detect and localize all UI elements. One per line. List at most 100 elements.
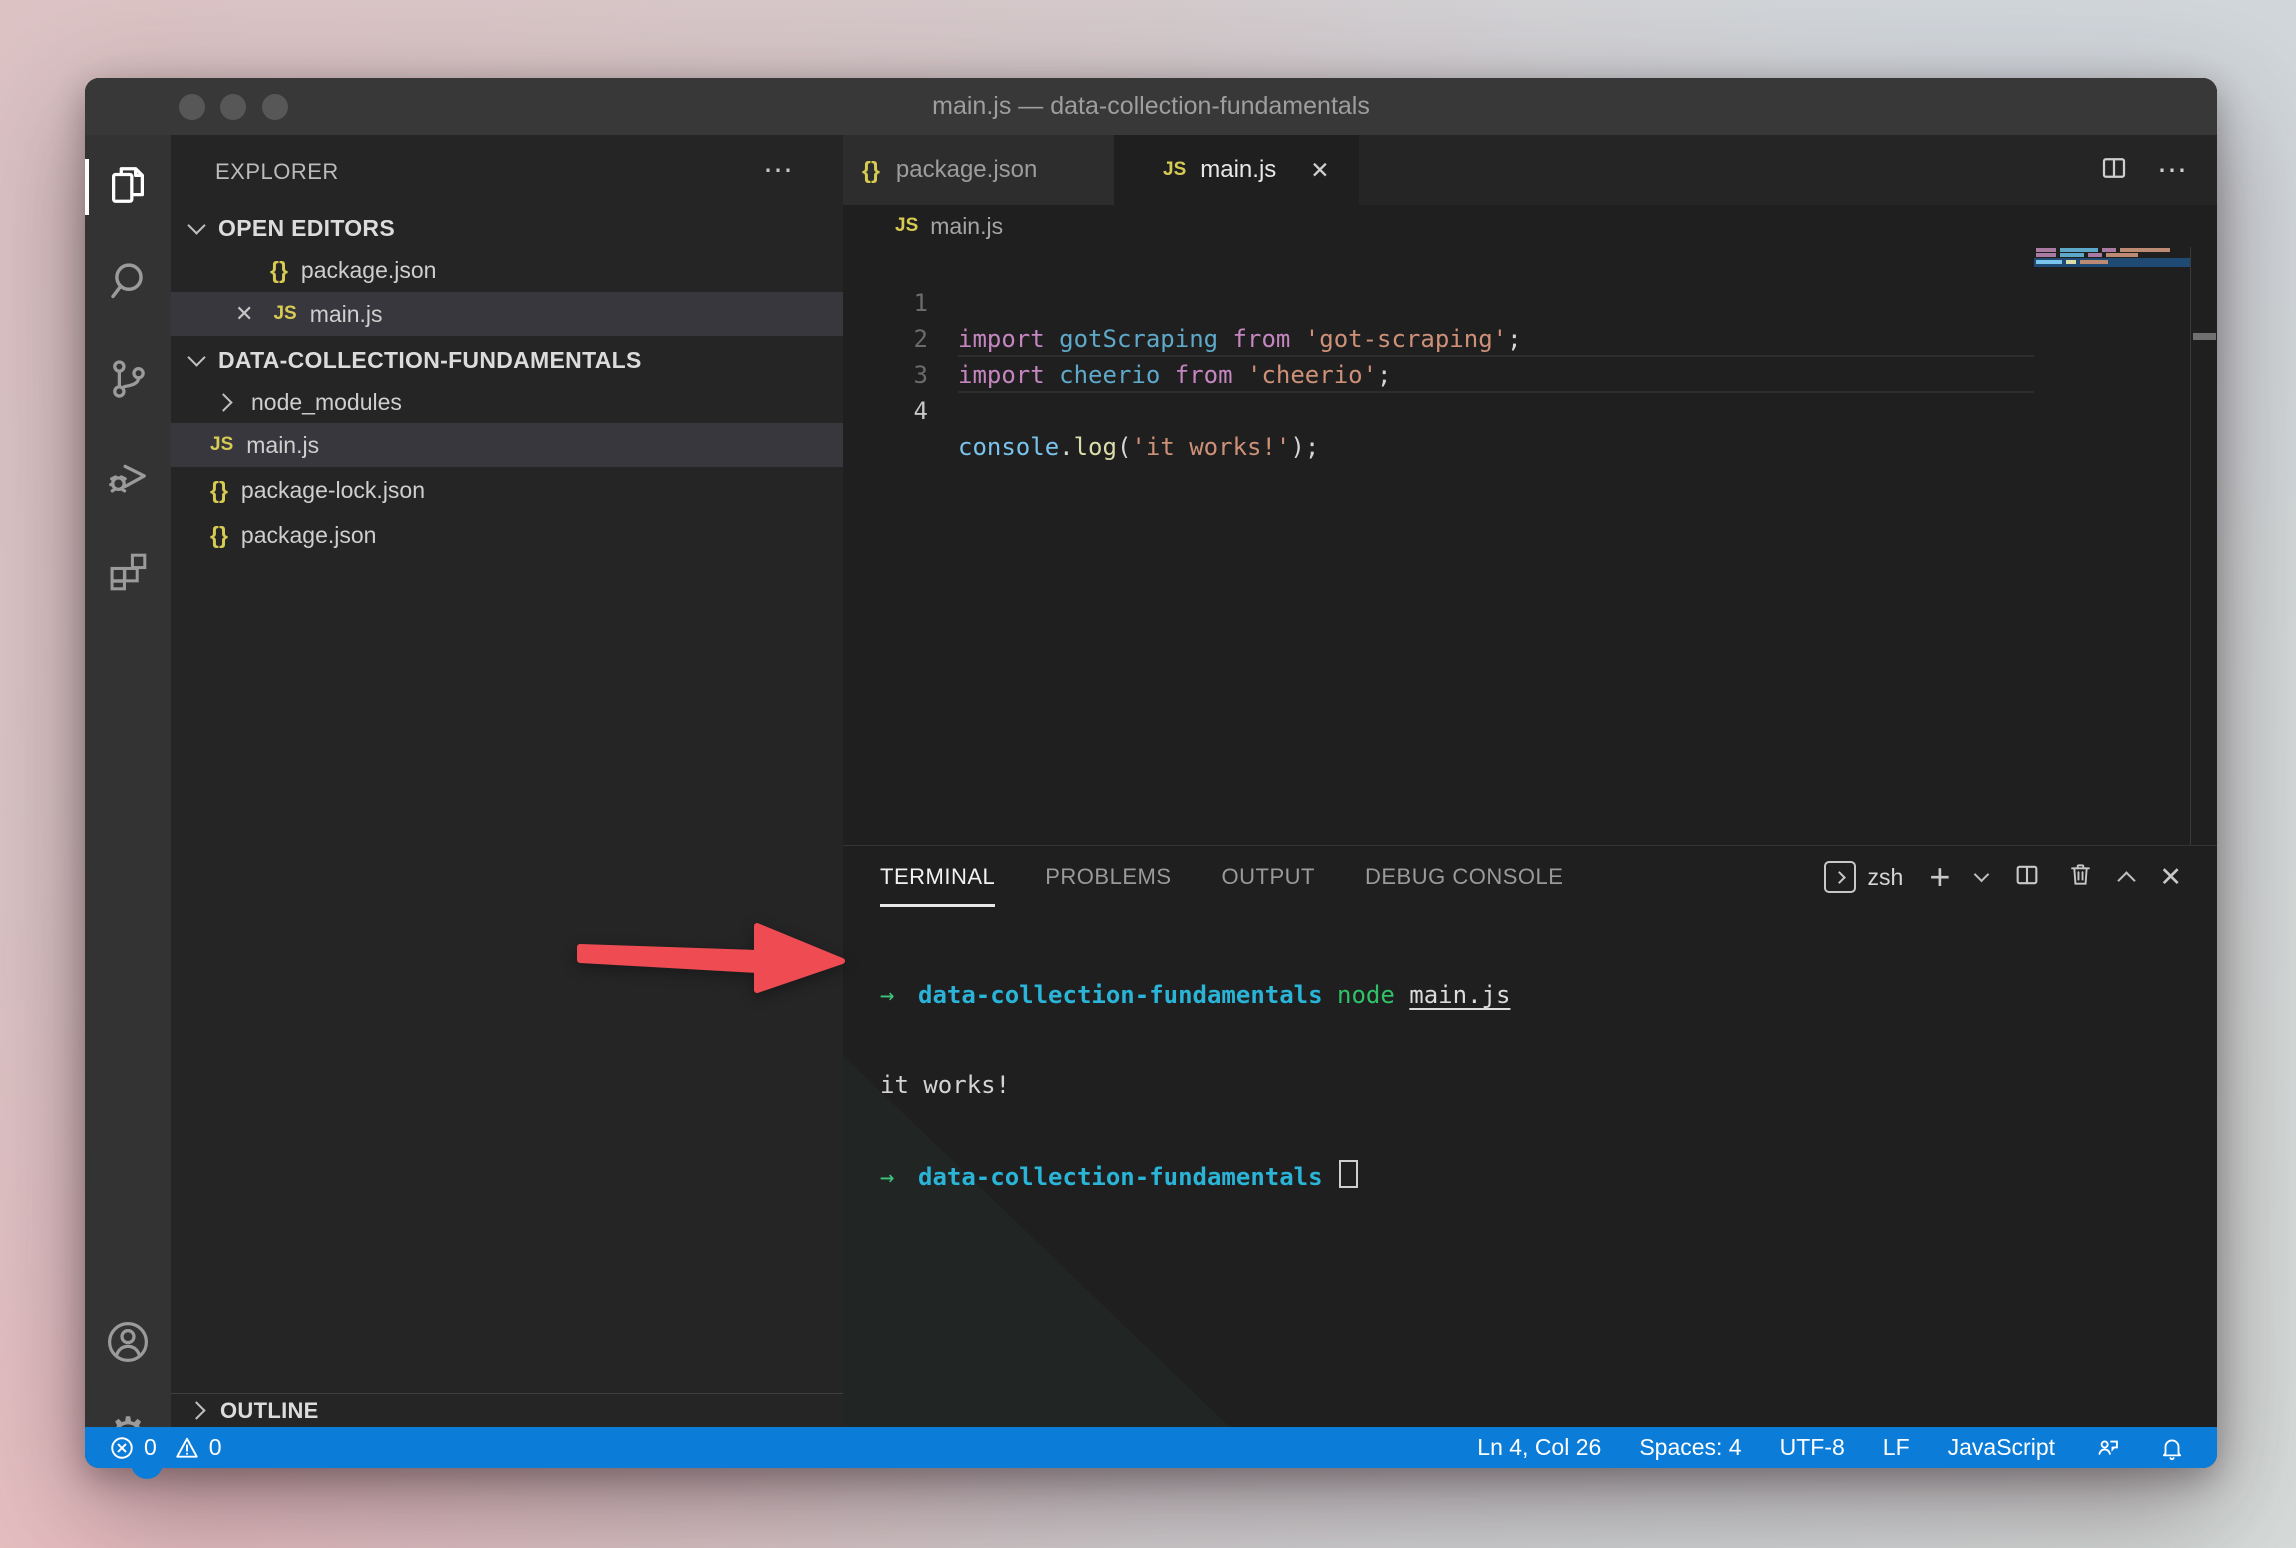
search-icon bbox=[105, 259, 151, 305]
extensions-icon bbox=[105, 549, 151, 595]
kill-terminal-icon[interactable] bbox=[2067, 861, 2094, 893]
open-editors-label: OPEN EDITORS bbox=[218, 215, 395, 242]
open-editor-package-json[interactable]: {} package.json bbox=[171, 248, 843, 292]
json-icon: {} bbox=[862, 157, 880, 184]
bottom-panel: TERMINAL PROBLEMS OUTPUT DEBUG CONSOLE z… bbox=[843, 845, 2217, 1428]
terminal-line: it works! bbox=[880, 1070, 2197, 1100]
error-count[interactable]: 0 bbox=[144, 1434, 157, 1461]
tab-debug-console[interactable]: DEBUG CONSOLE bbox=[1365, 846, 1563, 908]
json-icon: {} bbox=[210, 477, 228, 504]
file-label: main.js bbox=[310, 301, 383, 328]
files-icon bbox=[105, 162, 151, 208]
panel-tabs: TERMINAL PROBLEMS OUTPUT DEBUG CONSOLE bbox=[880, 846, 1563, 908]
window-title: main.js — data-collection-fundamentals bbox=[85, 78, 2217, 135]
status-bar: 0 0 Ln 4, Col 26 Spaces: 4 UTF-8 LF Java… bbox=[85, 1427, 2217, 1468]
active-indicator bbox=[85, 159, 89, 215]
tab-package-json[interactable]: {} package.json bbox=[843, 135, 1114, 205]
split-editor-icon[interactable] bbox=[2099, 153, 2129, 188]
errors-icon[interactable] bbox=[109, 1435, 135, 1461]
close-icon[interactable]: ✕ bbox=[1310, 157, 1329, 184]
maximize-panel-icon[interactable] bbox=[2118, 871, 2136, 889]
section-open-editors[interactable]: OPEN EDITORS bbox=[171, 206, 843, 250]
code-editor[interactable]: 1 import gotScraping from 'got-scraping'… bbox=[843, 247, 2217, 845]
notifications-bell-icon[interactable] bbox=[2159, 1435, 2185, 1461]
explorer-title: EXPLORER bbox=[215, 159, 339, 185]
tree-item-main-js[interactable]: JS main.js bbox=[171, 423, 843, 467]
tree-item-package-json[interactable]: {} package.json bbox=[171, 513, 843, 557]
shell-name: zsh bbox=[1868, 864, 1904, 891]
terminal-line: →data-collection-fundamentals bbox=[880, 1160, 2197, 1192]
json-icon: {} bbox=[210, 522, 228, 549]
more-actions-icon[interactable]: ⋯ bbox=[763, 153, 795, 188]
activity-search[interactable] bbox=[85, 234, 171, 330]
account-button[interactable] bbox=[85, 1294, 171, 1390]
warning-count[interactable]: 0 bbox=[209, 1434, 222, 1461]
activity-extensions[interactable] bbox=[85, 524, 171, 620]
tree-item-node-modules[interactable]: node_modules bbox=[171, 380, 843, 424]
file-label: package.json bbox=[241, 522, 377, 549]
terminal-dropdown-icon[interactable] bbox=[1974, 866, 1990, 882]
chevron-right-icon bbox=[214, 393, 232, 411]
tab-label: package.json bbox=[896, 156, 1037, 184]
activity-explorer[interactable] bbox=[85, 137, 171, 233]
split-terminal-icon[interactable] bbox=[2013, 861, 2041, 894]
code-line: 2 import cheerio from 'cheerio'; bbox=[843, 285, 2217, 321]
editor-scrollbar[interactable] bbox=[2190, 247, 2218, 845]
outline-label: OUTLINE bbox=[220, 1398, 319, 1424]
overview-cursor-marker bbox=[2193, 333, 2216, 340]
minimap[interactable] bbox=[2034, 247, 2190, 845]
chevron-down-icon bbox=[187, 348, 205, 366]
terminal-output[interactable]: →data-collection-fundamentals node main.… bbox=[880, 920, 2197, 1252]
tab-main-js[interactable]: JS main.js ✕ bbox=[1114, 135, 1359, 205]
more-actions-icon[interactable]: ⋯ bbox=[2157, 153, 2189, 188]
close-panel-icon[interactable]: ✕ bbox=[2159, 862, 2182, 893]
folder-label: node_modules bbox=[251, 389, 402, 416]
js-icon: JS bbox=[1163, 159, 1186, 181]
annotation-arrow bbox=[572, 913, 864, 1015]
terminal-icon bbox=[1824, 861, 1856, 893]
file-label: package.json bbox=[301, 257, 437, 284]
minimap-current-line bbox=[2034, 258, 2190, 267]
tree-item-package-lock[interactable]: {} package-lock.json bbox=[171, 468, 843, 512]
tab-output[interactable]: OUTPUT bbox=[1222, 846, 1315, 908]
open-editor-main-js[interactable]: ✕ JS main.js bbox=[171, 292, 843, 336]
json-icon: {} bbox=[270, 257, 288, 284]
breadcrumb-file: main.js bbox=[930, 213, 1003, 240]
title-bar: main.js — data-collection-fundamentals bbox=[85, 78, 2217, 135]
vscode-window: main.js — data-collection-fundamentals bbox=[85, 78, 2217, 1468]
breadcrumb[interactable]: JS main.js bbox=[843, 205, 2217, 247]
editor-actions: ⋯ bbox=[2099, 135, 2189, 205]
feedback-icon[interactable] bbox=[2093, 1434, 2121, 1462]
activity-bar: ⚙ 1 bbox=[85, 135, 171, 1427]
folder-root-label: DATA-COLLECTION-FUNDAMENTALS bbox=[218, 347, 642, 374]
js-icon: JS bbox=[210, 434, 233, 456]
cursor-position[interactable]: Ln 4, Col 26 bbox=[1477, 1434, 1601, 1461]
new-terminal-icon[interactable]: + bbox=[1929, 859, 1950, 895]
panel-actions: zsh + ✕ bbox=[1824, 846, 2182, 908]
eol-sequence[interactable]: LF bbox=[1883, 1434, 1910, 1461]
line-number: 4 bbox=[843, 393, 928, 429]
file-label: package-lock.json bbox=[241, 477, 425, 504]
section-outline[interactable]: OUTLINE bbox=[171, 1393, 843, 1427]
code-line-current: 4 console.log('it works!'); bbox=[843, 357, 2217, 393]
file-label: main.js bbox=[246, 432, 319, 459]
explorer-header: EXPLORER ⋯ bbox=[171, 135, 843, 209]
indentation[interactable]: Spaces: 4 bbox=[1639, 1434, 1741, 1461]
tab-terminal[interactable]: TERMINAL bbox=[880, 846, 995, 908]
encoding[interactable]: UTF-8 bbox=[1780, 1434, 1845, 1461]
explorer-sidebar: EXPLORER ⋯ OPEN EDITORS {} package.json … bbox=[171, 135, 843, 1427]
terminal-cursor bbox=[1339, 1160, 1358, 1188]
terminal-line: →data-collection-fundamentals node main.… bbox=[880, 980, 2197, 1010]
shell-selector[interactable]: zsh bbox=[1824, 861, 1904, 893]
close-icon[interactable]: ✕ bbox=[235, 301, 253, 327]
code-line: 1 import gotScraping from 'got-scraping'… bbox=[843, 249, 2217, 285]
activity-source-control[interactable] bbox=[85, 331, 171, 427]
run-debug-icon bbox=[105, 452, 151, 498]
activity-run-debug[interactable] bbox=[85, 427, 171, 523]
source-control-icon bbox=[105, 356, 151, 402]
tab-problems[interactable]: PROBLEMS bbox=[1045, 846, 1171, 908]
language-mode[interactable]: JavaScript bbox=[1948, 1434, 2055, 1461]
account-icon bbox=[104, 1318, 152, 1366]
warnings-icon[interactable] bbox=[174, 1435, 200, 1461]
section-folder-root[interactable]: DATA-COLLECTION-FUNDAMENTALS bbox=[171, 338, 843, 382]
